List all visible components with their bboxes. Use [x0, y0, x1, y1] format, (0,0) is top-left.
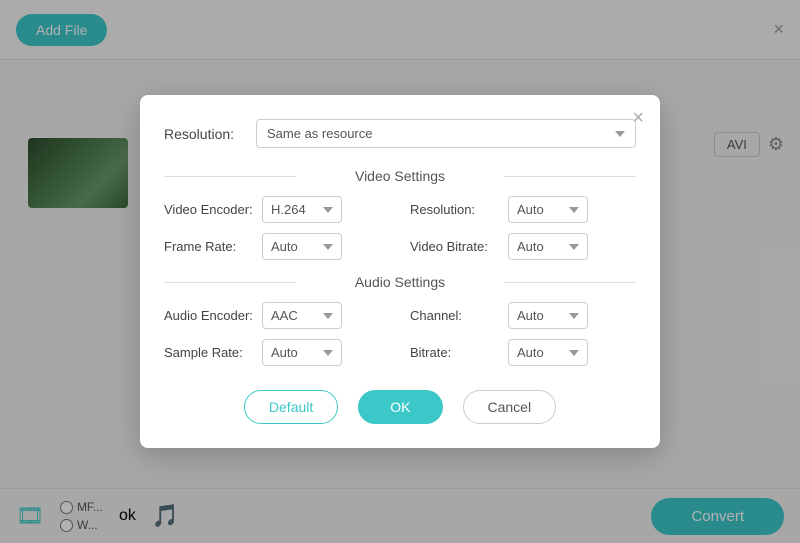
audio-settings-header: Audio Settings — [164, 274, 636, 290]
settings-dialog: × Resolution: Same as resource Video Set… — [140, 95, 660, 448]
bitrate-select[interactable]: Auto — [508, 339, 588, 366]
video-bitrate-row: Video Bitrate: Auto — [410, 233, 636, 260]
bitrate-label: Bitrate: — [410, 345, 500, 360]
bitrate-row: Bitrate: Auto — [410, 339, 636, 366]
video-settings-grid: Video Encoder: H.264 Resolution: Auto Fr… — [164, 196, 636, 260]
resolution-top-label: Resolution: — [164, 126, 244, 142]
default-button[interactable]: Default — [244, 390, 338, 424]
dialog-close-button[interactable]: × — [632, 107, 644, 130]
video-encoder-row: Video Encoder: H.264 — [164, 196, 390, 223]
resolution-row: Resolution: Auto — [410, 196, 636, 223]
audio-encoder-row: Audio Encoder: AAC — [164, 302, 390, 329]
sample-rate-label: Sample Rate: — [164, 345, 254, 360]
frame-rate-row: Frame Rate: Auto — [164, 233, 390, 260]
channel-select[interactable]: Auto — [508, 302, 588, 329]
sample-rate-select[interactable]: Auto — [262, 339, 342, 366]
audio-encoder-select[interactable]: AAC — [262, 302, 342, 329]
dialog-buttons: Default OK Cancel — [164, 390, 636, 424]
channel-label: Channel: — [410, 308, 500, 323]
frame-rate-select[interactable]: Auto — [262, 233, 342, 260]
frame-rate-label: Frame Rate: — [164, 239, 254, 254]
video-bitrate-label: Video Bitrate: — [410, 239, 500, 254]
resolution-top-select[interactable]: Same as resource — [256, 119, 636, 148]
video-encoder-select[interactable]: H.264 — [262, 196, 342, 223]
ok-button[interactable]: OK — [358, 390, 442, 424]
channel-row: Channel: Auto — [410, 302, 636, 329]
resolution-top-row: Resolution: Same as resource — [164, 119, 636, 148]
video-bitrate-select[interactable]: Auto — [508, 233, 588, 260]
modal-overlay: × Resolution: Same as resource Video Set… — [0, 0, 800, 543]
audio-encoder-label: Audio Encoder: — [164, 308, 254, 323]
resolution-select[interactable]: Auto — [508, 196, 588, 223]
resolution-label: Resolution: — [410, 202, 500, 217]
video-settings-header: Video Settings — [164, 168, 636, 184]
sample-rate-row: Sample Rate: Auto — [164, 339, 390, 366]
video-encoder-label: Video Encoder: — [164, 202, 254, 217]
cancel-button[interactable]: Cancel — [463, 390, 557, 424]
app-window: Add File × AVI ⚙ 🎞 MF... — [0, 0, 800, 543]
audio-settings-grid: Audio Encoder: AAC Channel: Auto Sample … — [164, 302, 636, 366]
